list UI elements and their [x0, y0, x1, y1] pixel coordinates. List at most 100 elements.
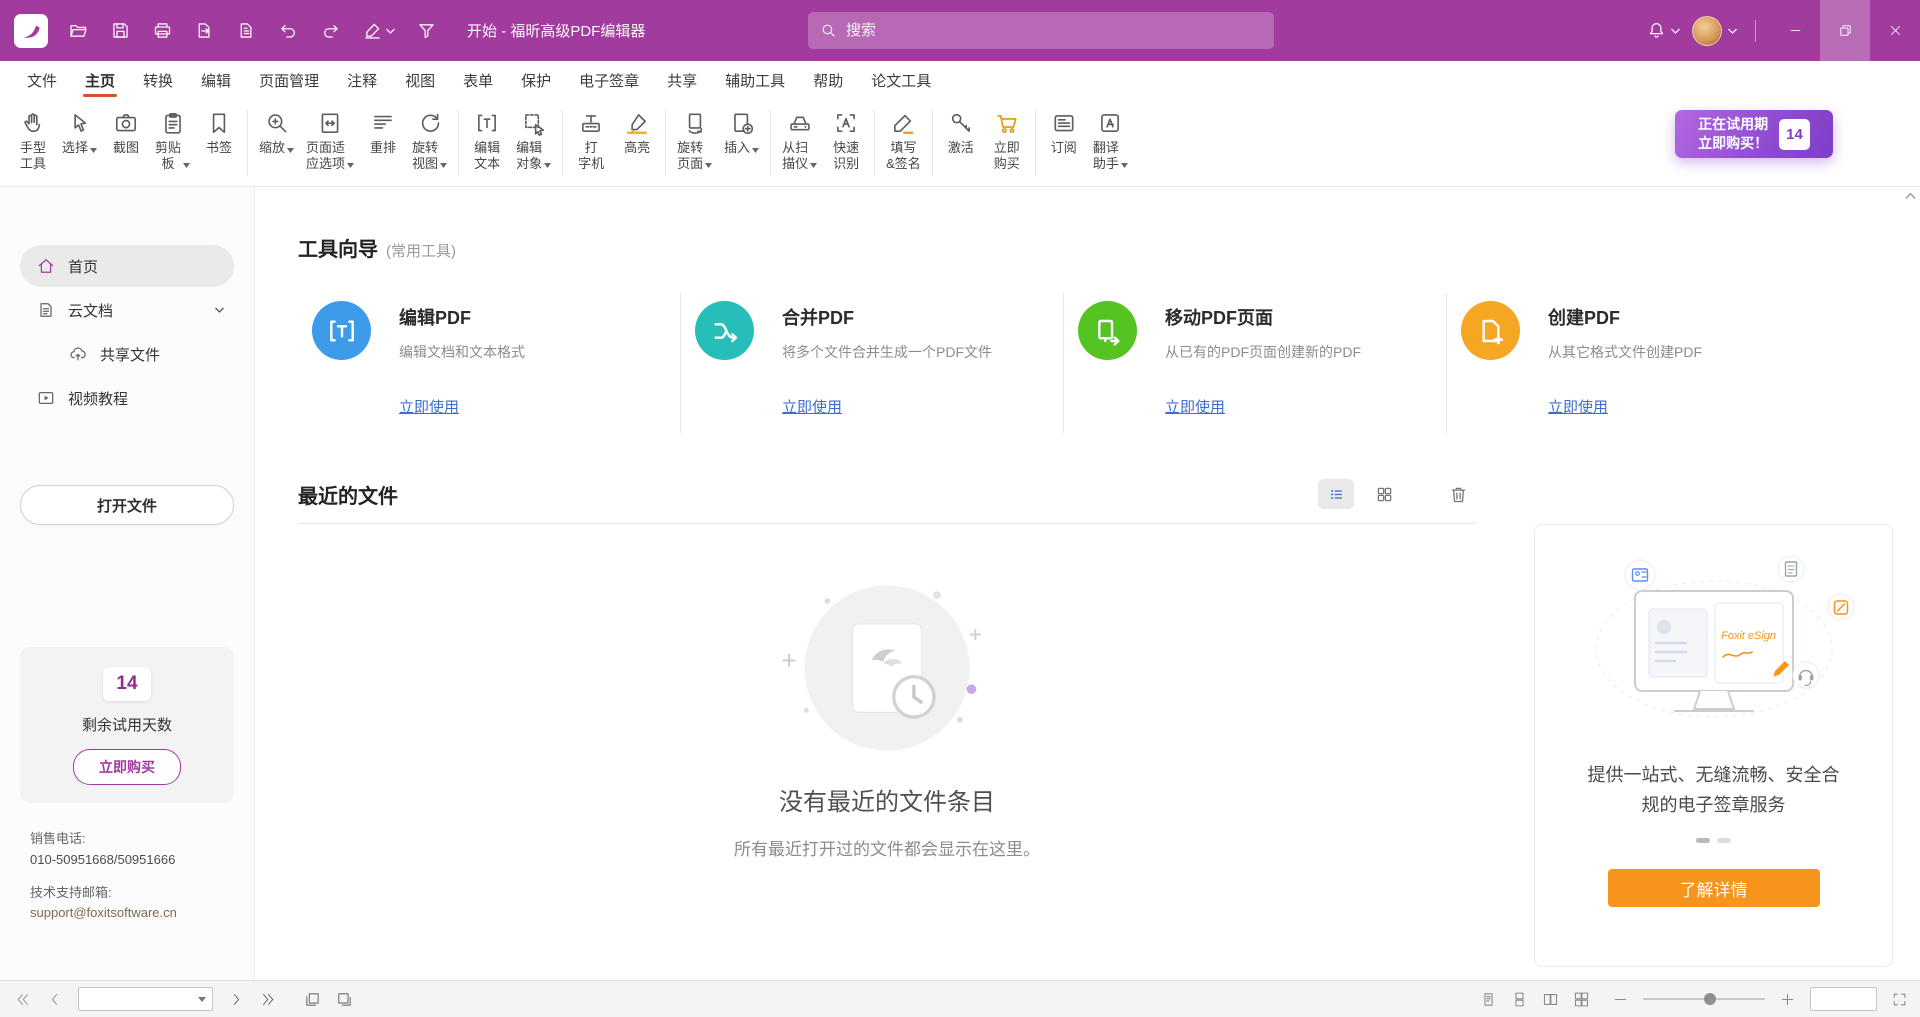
- support-email-value[interactable]: support@foxitsoftware.cn: [30, 903, 254, 924]
- hand-icon: [20, 110, 46, 136]
- single-page-view-icon[interactable]: [1480, 991, 1497, 1008]
- edit-text-button[interactable]: 编辑 文本: [464, 108, 510, 173]
- rotate-pages-button[interactable]: 旋转 页面: [671, 108, 718, 173]
- tool-card-edit-pdf[interactable]: 编辑PDF 编辑文档和文本格式 立即使用: [298, 289, 681, 439]
- export-doc-icon[interactable]: [194, 20, 215, 41]
- search-box[interactable]: [808, 12, 1274, 49]
- trial-days-label: 剩余试用天数: [32, 714, 222, 735]
- chevron-down-icon[interactable]: [1671, 28, 1680, 34]
- carousel-dot[interactable]: [1717, 838, 1731, 843]
- tab-share[interactable]: 共享: [653, 61, 711, 99]
- translate-assistant-button[interactable]: 翻译 助手: [1087, 108, 1134, 173]
- tab-edit[interactable]: 编辑: [187, 61, 245, 99]
- zoom-slider-thumb[interactable]: [1704, 993, 1716, 1005]
- fullscreen-icon[interactable]: [1891, 991, 1908, 1008]
- minimize-button[interactable]: [1770, 0, 1820, 61]
- tab-help[interactable]: 帮助: [799, 61, 857, 99]
- convert-doc-icon[interactable]: [236, 20, 257, 41]
- from-scanner-button[interactable]: 从扫 描仪: [776, 108, 823, 173]
- undo-icon[interactable]: [278, 20, 299, 41]
- zoom-percentage-input[interactable]: [1817, 992, 1870, 1007]
- user-avatar[interactable]: [1692, 16, 1722, 46]
- fill-sign-button[interactable]: 填写 &签名: [880, 108, 927, 173]
- sidebar-item-video-tutorials[interactable]: 视频教程: [20, 377, 234, 419]
- tab-file[interactable]: 文件: [13, 61, 71, 99]
- carousel-dots: [1696, 838, 1731, 843]
- save-icon[interactable]: [110, 20, 131, 41]
- zoom-in-icon[interactable]: [1779, 991, 1796, 1008]
- scrollbar-up-arrow[interactable]: [1905, 191, 1916, 200]
- next-page-icon[interactable]: [228, 991, 245, 1008]
- last-page-icon[interactable]: [260, 991, 277, 1008]
- two-page-view-icon[interactable]: [1542, 991, 1559, 1008]
- two-page-continuous-view-icon[interactable]: [1573, 991, 1590, 1008]
- esign-pen-tool[interactable]: [362, 20, 395, 41]
- sidebar-item-home[interactable]: 首页: [20, 245, 234, 287]
- new-window-icon[interactable]: [304, 991, 321, 1008]
- use-now-link[interactable]: 立即使用: [399, 396, 459, 417]
- open-file-icon[interactable]: [68, 20, 89, 41]
- restore-window-button[interactable]: [1820, 0, 1870, 61]
- ocr-button[interactable]: 快速 识别: [823, 108, 869, 173]
- reflow-button[interactable]: 重排: [360, 108, 406, 158]
- edit-object-button[interactable]: 编辑 对象: [510, 108, 557, 173]
- hand-tool-button[interactable]: 手型 工具: [10, 108, 56, 173]
- tab-home[interactable]: 主页: [71, 61, 129, 99]
- clipboard-button[interactable]: 剪贴 板: [149, 108, 196, 173]
- sidebar-item-cloud-docs[interactable]: 云文档: [20, 289, 234, 331]
- tab-comment[interactable]: 注释: [333, 61, 391, 99]
- zoom-out-icon[interactable]: [1612, 991, 1629, 1008]
- continuous-view-icon[interactable]: [1511, 991, 1528, 1008]
- zoom-button[interactable]: 缩放: [253, 108, 300, 158]
- select-tool-button[interactable]: 选择: [56, 108, 103, 158]
- tool-card-create-pdf[interactable]: 创建PDF 从其它格式文件创建PDF 立即使用: [1447, 289, 1830, 439]
- tool-card-move-pdf-pages[interactable]: 移动PDF页面 从已有的PDF页面创建新的PDF 立即使用: [1064, 289, 1447, 439]
- clear-recent-trash-button[interactable]: [1440, 479, 1476, 509]
- ribbon-tab-bar: 文件 主页 转换 编辑 页面管理 注释 视图 表单 保护 电子签章 共享 辅助工…: [0, 61, 1920, 99]
- learn-more-button[interactable]: 了解详情: [1608, 869, 1820, 907]
- expand-caret-icon[interactable]: [215, 307, 224, 313]
- previous-page-icon[interactable]: [46, 991, 63, 1008]
- carousel-dot[interactable]: [1696, 838, 1710, 843]
- bookmark-button[interactable]: 书签: [196, 108, 242, 158]
- print-icon[interactable]: [152, 20, 173, 41]
- sidebar-item-shared-files[interactable]: 共享文件: [20, 333, 234, 375]
- tab-accessibility[interactable]: 辅助工具: [711, 61, 799, 99]
- tab-page-management[interactable]: 页面管理: [245, 61, 333, 99]
- snapshot-button[interactable]: 截图: [103, 108, 149, 158]
- use-now-link[interactable]: 立即使用: [782, 396, 842, 417]
- tool-card-merge-pdf[interactable]: 合并PDF 将多个文件合并生成一个PDF文件 立即使用: [681, 289, 1064, 439]
- fit-page-options-button[interactable]: 页面适 应选项: [300, 108, 360, 173]
- highlight-button[interactable]: 高亮: [614, 108, 660, 158]
- chevron-down-icon[interactable]: [1728, 28, 1737, 34]
- zoom-slider[interactable]: [1643, 998, 1765, 1000]
- use-now-link[interactable]: 立即使用: [1548, 396, 1608, 417]
- tab-paper-tools[interactable]: 论文工具: [857, 61, 945, 99]
- activate-button[interactable]: 激活: [938, 108, 984, 158]
- subscribe-button[interactable]: 订阅: [1041, 108, 1087, 158]
- list-view-button[interactable]: [1318, 479, 1354, 509]
- funnel-icon[interactable]: [416, 20, 437, 41]
- tab-form[interactable]: 表单: [449, 61, 507, 99]
- grid-view-button[interactable]: [1366, 479, 1402, 509]
- notifications-bell-icon[interactable]: [1646, 20, 1667, 41]
- tab-esign[interactable]: 电子签章: [565, 61, 653, 99]
- tab-protect[interactable]: 保护: [507, 61, 565, 99]
- dropdown-caret-icon[interactable]: [198, 997, 206, 1002]
- insert-pages-button[interactable]: 插入: [718, 108, 765, 158]
- duplicate-view-icon[interactable]: [336, 991, 353, 1008]
- tab-convert[interactable]: 转换: [129, 61, 187, 99]
- rotate-view-button[interactable]: 旋转 视图: [406, 108, 453, 173]
- first-page-icon[interactable]: [14, 991, 31, 1008]
- open-file-button[interactable]: 打开文件: [20, 485, 234, 525]
- use-now-link[interactable]: 立即使用: [1165, 396, 1225, 417]
- page-number-input[interactable]: [85, 992, 194, 1007]
- redo-icon[interactable]: [320, 20, 341, 41]
- search-input[interactable]: [846, 22, 1262, 39]
- typewriter-button[interactable]: 打 字机: [568, 108, 614, 173]
- trial-buy-badge[interactable]: 正在试用期 立即购买！ 14: [1675, 110, 1833, 158]
- close-button[interactable]: [1870, 0, 1920, 61]
- buy-now-pill-button[interactable]: 立即购买: [73, 749, 181, 785]
- buy-now-button[interactable]: 立即 购买: [984, 108, 1030, 173]
- tab-view[interactable]: 视图: [391, 61, 449, 99]
